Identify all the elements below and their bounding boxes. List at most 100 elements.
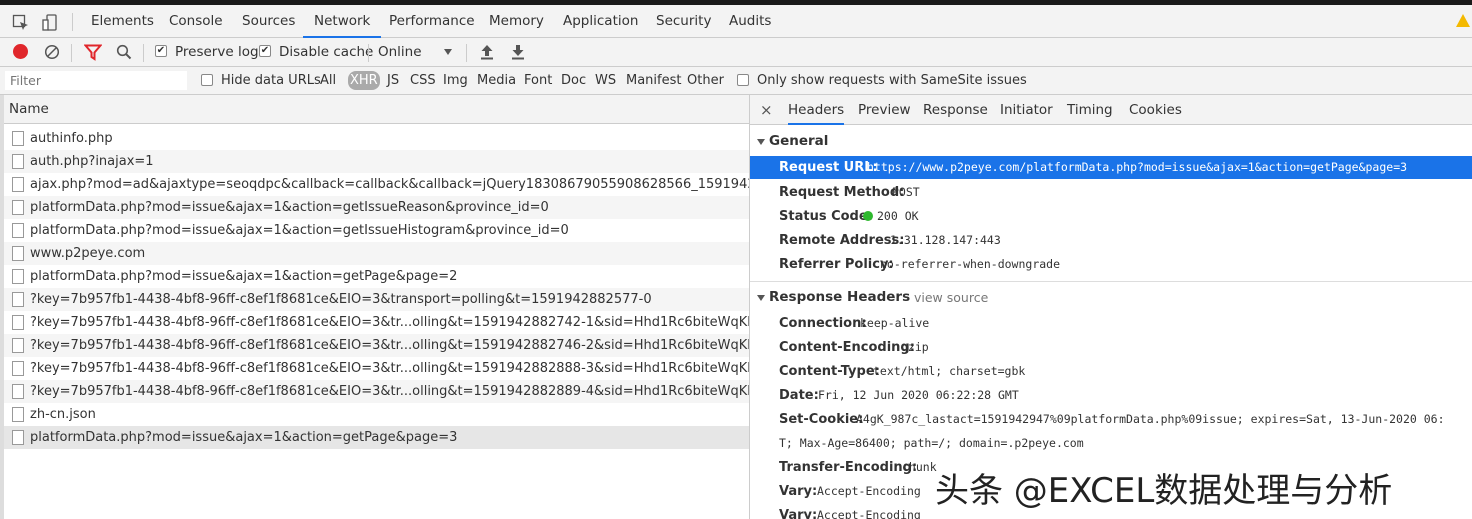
tab-elements[interactable]: Elements	[91, 5, 154, 38]
header-value: https://www.p2peye.com/platformData.php?…	[867, 160, 1408, 174]
header-value: keep-alive	[860, 316, 930, 330]
request-row[interactable]: ?key=7b957fb1-4438-4bf8-96ff-c8ef1f8681c…	[4, 334, 749, 357]
request-name: ajax.php?mod=ad&ajaxtype=seoqdpc&callbac…	[30, 177, 749, 192]
header-key: Content-Encoding:	[779, 340, 915, 355]
filter-type-js[interactable]: JS	[387, 73, 399, 88]
filter-type-media[interactable]: Media	[477, 73, 516, 88]
tab-security[interactable]: Security	[656, 5, 711, 38]
header-key: Status Code:	[779, 209, 873, 224]
request-row[interactable]: ?key=7b957fb1-4438-4bf8-96ff-c8ef1f8681c…	[4, 311, 749, 334]
tab-audits[interactable]: Audits	[729, 5, 771, 38]
header-key: Remote Address:	[779, 233, 905, 248]
preserve-log-checkbox[interactable]: ✔	[155, 45, 167, 57]
header-key: Referrer Policy:	[779, 257, 894, 272]
request-url-row[interactable]: Request URL: https://www.p2peye.com/plat…	[750, 156, 1472, 179]
request-row[interactable]: platformData.php?mod=issue&ajax=1&action…	[4, 219, 749, 242]
request-row[interactable]: ajax.php?mod=ad&ajaxtype=seoqdpc&callbac…	[4, 173, 749, 196]
response-headers-title: Response Headers	[769, 289, 911, 305]
samesite-checkbox[interactable]	[737, 74, 749, 86]
request-row[interactable]: authinfo.php	[4, 127, 749, 150]
chevron-down-icon[interactable]	[444, 49, 452, 55]
filter-type-xhr[interactable]: XHR	[348, 71, 380, 90]
filter-input[interactable]	[5, 71, 187, 90]
tab-headers[interactable]: Headers	[788, 95, 845, 125]
request-list: Name authinfo.php auth.php?inajax=1 ajax…	[0, 95, 749, 519]
warning-icon[interactable]	[1456, 14, 1470, 27]
filter-type-css[interactable]: CSS	[410, 73, 436, 88]
tab-console[interactable]: Console	[169, 5, 223, 38]
record-icon[interactable]	[13, 44, 28, 59]
filter-bar: Hide data URLs All XHR JS CSS Img Media …	[0, 67, 1472, 95]
filter-icon[interactable]	[83, 44, 103, 64]
response-header-row: Date: Fri, 12 Jun 2020 06:22:28 GMT	[750, 384, 1472, 407]
close-icon[interactable]: ×	[760, 101, 773, 119]
details-tabbar: × Headers Preview Response Initiator Tim…	[750, 95, 1472, 125]
import-har-icon[interactable]	[480, 44, 494, 63]
header-value: POST	[892, 185, 920, 199]
tab-timing[interactable]: Timing	[1067, 95, 1113, 125]
request-row[interactable]: platformData.php?mod=issue&ajax=1&action…	[4, 265, 749, 288]
request-name: ?key=7b957fb1-4438-4bf8-96ff-c8ef1f8681c…	[30, 361, 749, 376]
throttling-select[interactable]: Online	[378, 44, 422, 60]
toolbar-separator	[368, 44, 369, 62]
request-row[interactable]: ?key=7b957fb1-4438-4bf8-96ff-c8ef1f8681c…	[4, 288, 749, 311]
request-row[interactable]: ?key=7b957fb1-4438-4bf8-96ff-c8ef1f8681c…	[4, 380, 749, 403]
toolbar-separator	[466, 44, 467, 62]
file-icon	[12, 269, 24, 284]
tab-response[interactable]: Response	[923, 95, 988, 125]
filter-type-other[interactable]: Other	[687, 73, 724, 88]
request-row[interactable]: auth.php?inajax=1	[4, 150, 749, 173]
filter-type-manifest[interactable]: Manifest	[626, 73, 681, 88]
tab-network[interactable]: Network	[303, 5, 382, 38]
tab-memory[interactable]: Memory	[489, 5, 544, 38]
filter-type-font[interactable]: Font	[524, 73, 552, 88]
header-key: Date:	[779, 388, 819, 403]
request-name: ?key=7b957fb1-4438-4bf8-96ff-c8ef1f8681c…	[30, 384, 749, 399]
header-key: Vary:	[779, 508, 818, 519]
tab-cookies[interactable]: Cookies	[1129, 95, 1182, 125]
clear-icon[interactable]	[44, 44, 60, 63]
disable-cache-checkbox[interactable]: ✔	[259, 45, 271, 57]
tab-application[interactable]: Application	[563, 5, 638, 38]
request-name: auth.php?inajax=1	[30, 154, 154, 169]
request-row-selected[interactable]: platformData.php?mod=issue&ajax=1&action…	[4, 426, 749, 449]
filter-type-ws[interactable]: WS	[595, 73, 616, 88]
export-har-icon[interactable]	[511, 44, 525, 63]
header-key: Set-Cookie:	[779, 412, 864, 427]
request-row[interactable]: platformData.php?mod=issue&ajax=1&action…	[4, 196, 749, 219]
file-icon	[12, 131, 24, 146]
search-icon[interactable]	[116, 44, 132, 63]
header-key: Request Method:	[779, 185, 905, 200]
tab-initiator[interactable]: Initiator	[1000, 95, 1053, 125]
filter-type-all[interactable]: All	[320, 73, 336, 88]
request-name: ?key=7b957fb1-4438-4bf8-96ff-c8ef1f8681c…	[30, 292, 652, 307]
view-source-link[interactable]: view source	[914, 290, 988, 305]
device-toolbar-icon[interactable]	[42, 14, 60, 35]
request-name: platformData.php?mod=issue&ajax=1&action…	[30, 269, 458, 284]
hide-data-urls-label: Hide data URLs	[221, 73, 321, 88]
network-toolbar: ✔ Preserve log ✔ Disable cache Online	[0, 38, 1472, 67]
file-icon	[12, 384, 24, 399]
filter-type-doc[interactable]: Doc	[561, 73, 586, 88]
header-key: Vary:	[779, 484, 818, 499]
devtools-tabbar: Elements Console Sources Network Perform…	[0, 5, 1472, 38]
referrer-policy-row: Referrer Policy: no-referrer-when-downgr…	[750, 253, 1472, 276]
status-code-row: Status Code: 200 OK	[750, 205, 1472, 228]
request-row[interactable]: www.p2peye.com	[4, 242, 749, 265]
hide-data-urls-checkbox[interactable]	[201, 74, 213, 86]
tab-sources[interactable]: Sources	[242, 5, 295, 38]
header-value: Accept-Encoding	[817, 484, 921, 498]
file-icon	[12, 223, 24, 238]
inspect-element-icon[interactable]	[12, 14, 30, 35]
filter-type-img[interactable]: Img	[443, 73, 468, 88]
response-header-row: Set-Cookie: A4gK_987c_lastact=1591942947…	[750, 408, 1472, 431]
header-value: T; Max-Age=86400; path=/; domain=.p2peye…	[779, 436, 1084, 450]
name-column-header[interactable]: Name	[4, 95, 749, 124]
tab-performance[interactable]: Performance	[389, 5, 475, 38]
request-row[interactable]: ?key=7b957fb1-4438-4bf8-96ff-c8ef1f8681c…	[4, 357, 749, 380]
collapse-triangle-icon	[757, 139, 765, 145]
header-value: gzip	[901, 340, 929, 354]
tabbar-separator	[72, 13, 73, 31]
tab-preview[interactable]: Preview	[858, 95, 911, 125]
request-row[interactable]: zh-cn.json	[4, 403, 749, 426]
